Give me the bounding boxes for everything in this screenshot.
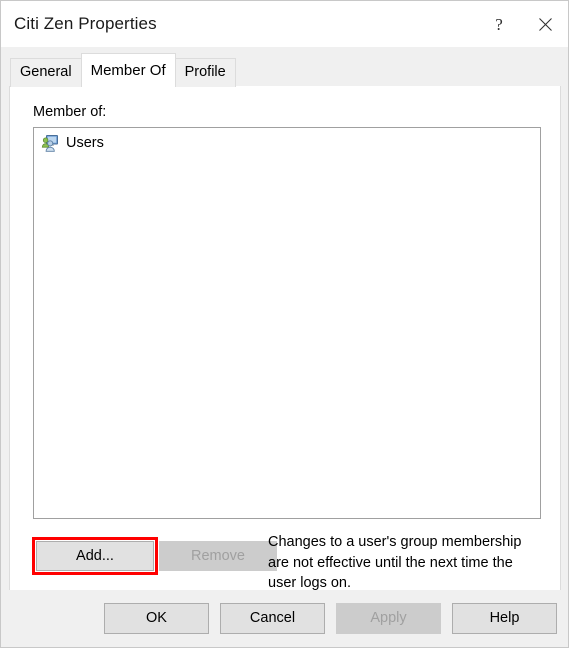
ok-button[interactable]: OK [104, 602, 209, 634]
window-title: Citi Zen Properties [14, 14, 157, 33]
member-of-label: Member of: [33, 104, 107, 120]
dialog-footer: OK Cancel Apply Help [2, 590, 568, 646]
tab-content-panel: Member of: Users Add... Remove Changes t… [9, 86, 561, 591]
title-bar: Citi Zen Properties ? [1, 1, 568, 47]
list-item[interactable]: Users [34, 132, 540, 154]
tab-list: General Member Of Profile [10, 47, 236, 87]
question-mark-icon: ? [495, 14, 503, 34]
tab-general[interactable]: General [10, 58, 82, 87]
tab-strip: General Member Of Profile [2, 47, 568, 87]
cancel-button[interactable]: Cancel [220, 602, 325, 634]
list-item-label: Users [66, 135, 104, 151]
tab-profile[interactable]: Profile [174, 58, 236, 87]
remove-button: Remove [159, 541, 277, 571]
properties-dialog: Citi Zen Properties ? General Member Of … [0, 0, 569, 648]
close-icon [538, 17, 552, 31]
help-titlebar-button[interactable]: ? [476, 1, 522, 47]
membership-note: Changes to a user's group membership are… [268, 534, 522, 591]
add-remove-row: Add... Remove Changes to a user's group … [10, 529, 560, 591]
close-button[interactable] [522, 1, 568, 47]
add-button[interactable]: Add... [36, 541, 154, 571]
apply-button: Apply [336, 602, 441, 634]
group-icon [41, 134, 59, 152]
member-of-listbox[interactable]: Users [33, 127, 541, 519]
help-button[interactable]: Help [452, 602, 557, 634]
tab-member-of[interactable]: Member Of [80, 53, 176, 87]
